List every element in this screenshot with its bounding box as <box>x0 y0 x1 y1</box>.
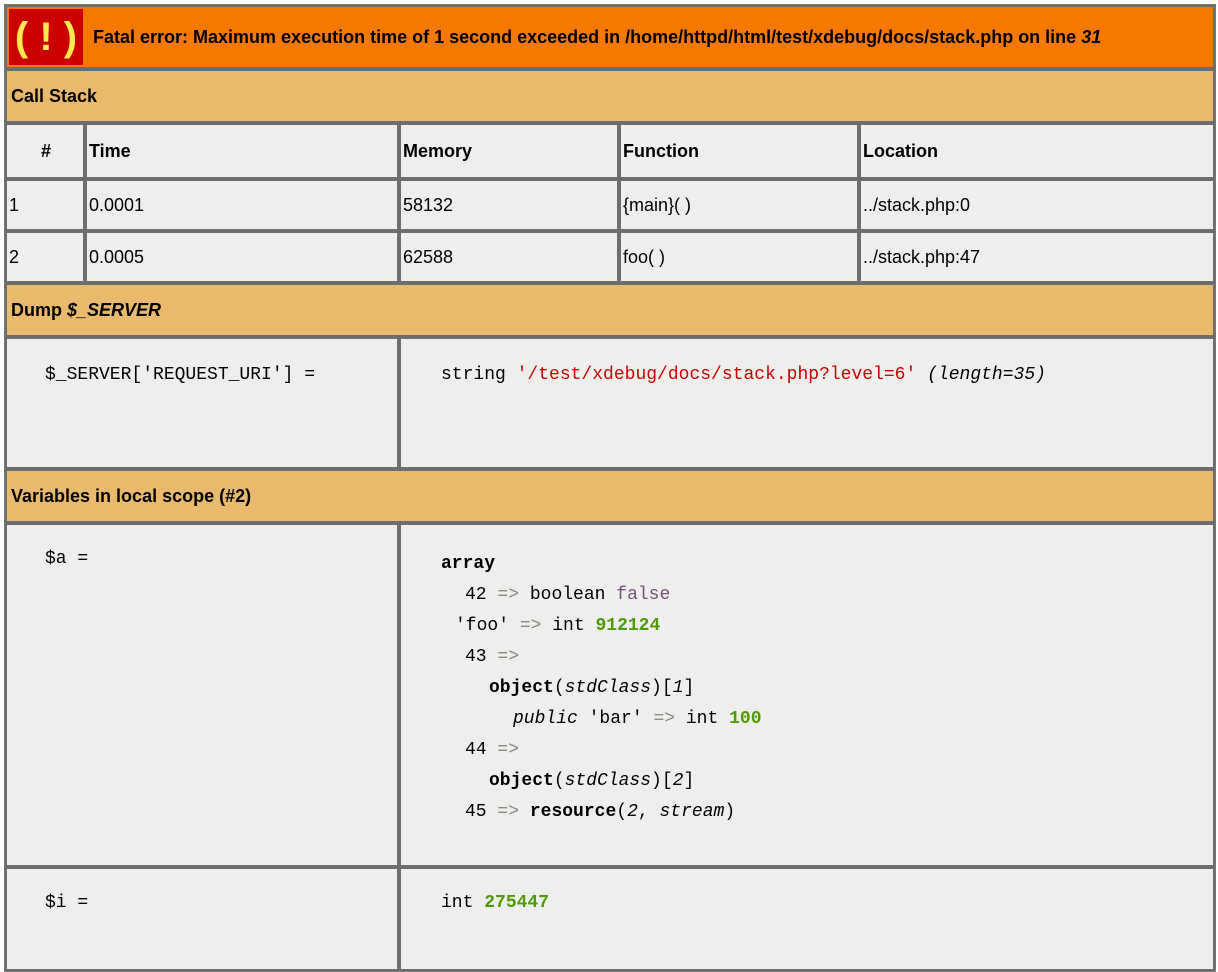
error-row: ( ! ) Fatal error: Maximum execution tim… <box>5 5 1216 69</box>
stack-cell-function: foo( ) <box>619 231 859 283</box>
col-header-function: Function <box>619 123 859 179</box>
string-length: (length=35) <box>927 365 1046 385</box>
local-var-key: $a = <box>5 523 399 867</box>
dump-server-title-row: Dump $_SERVER <box>5 283 1216 337</box>
stack-cell-time: 0.0005 <box>85 231 399 283</box>
stack-cell-location: ../stack.php:0 <box>859 179 1216 231</box>
stack-cell-time: 0.0001 <box>85 179 399 231</box>
array-entry: 45 => resource(2, stream) <box>465 802 736 822</box>
stack-row: 1 0.0001 58132 {main}( ) ../stack.php:0 <box>5 179 1216 231</box>
dump-server-value: string '/test/xdebug/docs/stack.php?leve… <box>399 337 1216 469</box>
array-entry: 44 => <box>465 740 520 760</box>
call-stack-header-row: # Time Memory Function Location <box>5 123 1216 179</box>
error-line-number: 31 <box>1081 26 1102 47</box>
string-value: '/test/xdebug/docs/stack.php?level=6' <box>516 365 917 385</box>
object-entry: object(stdClass)[2] <box>489 771 695 791</box>
stack-row: 2 0.0005 62588 foo( ) ../stack.php:47 <box>5 231 1216 283</box>
stack-cell-memory: 62588 <box>399 231 619 283</box>
col-header-location: Location <box>859 123 1216 179</box>
xdebug-error-table: ( ! ) Fatal error: Maximum execution tim… <box>4 4 1217 972</box>
local-var-value: array 42 => boolean false 'foo' => int 9… <box>399 523 1216 867</box>
local-var-value: int 275447 <box>399 867 1216 971</box>
stack-cell-number: 2 <box>5 231 85 283</box>
object-property: public 'bar' => int 100 <box>513 709 762 729</box>
col-header-number: # <box>5 123 85 179</box>
stack-cell-memory: 58132 <box>399 179 619 231</box>
locals-title: Variables in local scope (#2) <box>5 469 1216 523</box>
array-entry: 43 => <box>465 647 520 667</box>
error-header: ( ! ) Fatal error: Maximum execution tim… <box>5 5 1216 69</box>
local-var-key: $i = <box>5 867 399 971</box>
stack-cell-location: ../stack.php:47 <box>859 231 1216 283</box>
col-header-time: Time <box>85 123 399 179</box>
stack-cell-number: 1 <box>5 179 85 231</box>
dump-server-var: $_SERVER <box>67 299 162 320</box>
dump-server-title: Dump $_SERVER <box>5 283 1216 337</box>
array-entry: 42 => boolean false <box>465 585 671 605</box>
dump-server-key: $_SERVER['REQUEST_URI'] = <box>5 337 399 469</box>
dump-server-row: $_SERVER['REQUEST_URI'] = string '/test/… <box>5 337 1216 469</box>
array-entry: 'foo' => int 912124 <box>455 616 661 636</box>
col-header-memory: Memory <box>399 123 619 179</box>
locals-title-row: Variables in local scope (#2) <box>5 469 1216 523</box>
local-var-row: $i = int 275447 <box>5 867 1216 971</box>
call-stack-title-row: Call Stack <box>5 69 1216 123</box>
warning-icon: ( ! ) <box>9 9 83 65</box>
local-var-row: $a = array 42 => boolean false 'foo' => … <box>5 523 1216 867</box>
error-message: Fatal error: Maximum execution time of 1… <box>93 26 1102 47</box>
object-entry: object(stdClass)[1] <box>489 678 695 698</box>
call-stack-title: Call Stack <box>5 69 1216 123</box>
stack-cell-function: {main}( ) <box>619 179 859 231</box>
array-type: array <box>441 554 496 574</box>
